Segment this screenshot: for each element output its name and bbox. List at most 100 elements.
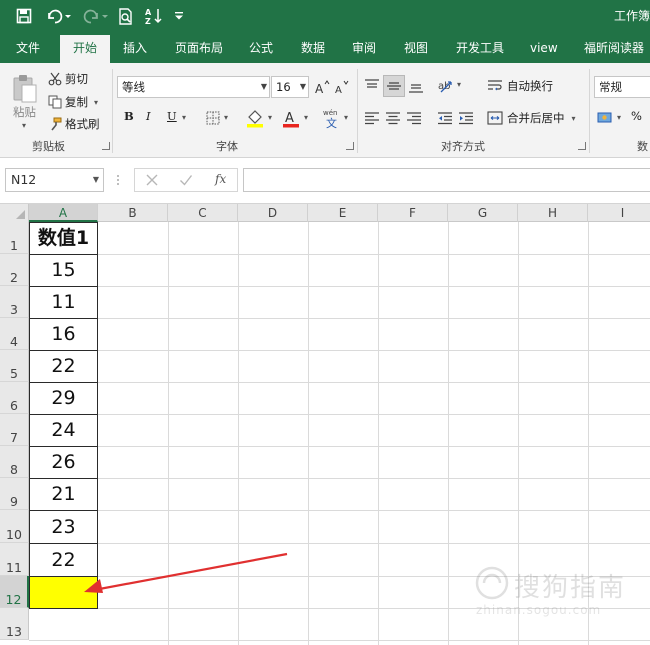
tab-review[interactable]: 审阅 bbox=[348, 33, 380, 63]
tab-home[interactable]: 开始 bbox=[60, 35, 110, 63]
redo-button[interactable] bbox=[82, 6, 110, 26]
cancel-icon[interactable] bbox=[145, 173, 159, 190]
enter-check-icon[interactable] bbox=[179, 173, 193, 190]
row-header-8[interactable]: 8 bbox=[0, 446, 29, 478]
copy-dropdown-arrow[interactable]: ▾ bbox=[94, 98, 98, 107]
row-header-1[interactable]: 1 bbox=[0, 222, 29, 254]
tab-formulas[interactable]: 公式 bbox=[245, 33, 277, 63]
cell-a2[interactable]: 15 bbox=[29, 255, 98, 287]
column-header-a[interactable]: A bbox=[29, 204, 98, 222]
save-icon[interactable] bbox=[14, 6, 34, 26]
align-center-button[interactable] bbox=[384, 107, 402, 129]
italic-button[interactable]: I bbox=[146, 109, 151, 123]
column-header-g[interactable]: G bbox=[448, 204, 518, 222]
decrease-indent-button[interactable] bbox=[436, 107, 454, 129]
font-color-button[interactable]: A bbox=[280, 107, 302, 129]
increase-font-size-button[interactable]: A bbox=[314, 77, 330, 97]
row-header-5[interactable]: 5 bbox=[0, 350, 29, 382]
undo-button[interactable] bbox=[44, 6, 72, 26]
tab-developer[interactable]: 开发工具 bbox=[452, 33, 508, 63]
row-header-6[interactable]: 6 bbox=[0, 382, 29, 414]
grid-line bbox=[29, 510, 650, 511]
underline-button[interactable]: U bbox=[167, 109, 177, 123]
bottom-align-button[interactable] bbox=[407, 75, 425, 97]
tab-insert[interactable]: 插入 bbox=[119, 33, 151, 63]
format-painter-button[interactable]: 格式刷 bbox=[48, 115, 100, 133]
top-align-button[interactable] bbox=[363, 75, 381, 97]
formula-bar-grip-icon[interactable] bbox=[116, 172, 120, 188]
customize-toolbar-icon[interactable] bbox=[172, 6, 186, 26]
font-name-select[interactable]: 等线 ▼ bbox=[117, 76, 270, 98]
row-header-10[interactable]: 10 bbox=[0, 510, 29, 543]
formula-input[interactable] bbox=[243, 168, 650, 192]
number-format-select[interactable]: 常规 bbox=[594, 76, 650, 98]
tab-file[interactable]: 文件 bbox=[12, 33, 44, 63]
row-header-4[interactable]: 4 bbox=[0, 318, 29, 350]
font-dialog-launcher[interactable] bbox=[346, 142, 354, 150]
cell-a5[interactable]: 22 bbox=[29, 351, 98, 383]
row-header-3[interactable]: 3 bbox=[0, 286, 29, 318]
column-header-d[interactable]: D bbox=[238, 204, 308, 222]
orientation-dropdown-arrow[interactable]: ▾ bbox=[457, 80, 461, 89]
cell-a10[interactable]: 23 bbox=[29, 511, 98, 544]
increase-indent-button[interactable] bbox=[457, 107, 475, 129]
bold-button[interactable]: B bbox=[124, 109, 134, 123]
clipboard-dialog-launcher[interactable] bbox=[102, 142, 110, 150]
accounting-dropdown-arrow[interactable]: ▾ bbox=[617, 113, 621, 122]
cell-a1[interactable]: 数值1 bbox=[29, 222, 98, 255]
fill-color-button[interactable] bbox=[244, 107, 266, 129]
fill-color-dropdown-arrow[interactable]: ▾ bbox=[268, 113, 272, 122]
paste-dropdown-arrow[interactable]: ▾ bbox=[22, 121, 26, 130]
decrease-font-size-button[interactable]: A bbox=[334, 77, 350, 97]
merge-dropdown-arrow[interactable]: ▾ bbox=[572, 114, 576, 123]
cell-a4[interactable]: 16 bbox=[29, 319, 98, 351]
orientation-button[interactable]: ab bbox=[436, 75, 456, 97]
borders-dropdown-arrow[interactable]: ▾ bbox=[224, 113, 228, 122]
percent-style-button[interactable]: % bbox=[631, 109, 642, 123]
borders-button[interactable] bbox=[203, 109, 223, 127]
row-header-11[interactable]: 11 bbox=[0, 543, 29, 576]
tab-data[interactable]: 数据 bbox=[297, 33, 329, 63]
tab-view[interactable]: 视图 bbox=[400, 33, 432, 63]
tab-page-layout[interactable]: 页面布局 bbox=[171, 33, 227, 63]
row-header-13[interactable]: 13 bbox=[0, 608, 29, 640]
font-size-select[interactable]: 16 ▼ bbox=[271, 76, 309, 98]
merge-center-button[interactable]: 合并后居中 ▾ bbox=[487, 107, 576, 129]
middle-align-button[interactable] bbox=[383, 75, 405, 97]
paste-button[interactable] bbox=[8, 69, 40, 109]
column-header-h[interactable]: H bbox=[518, 204, 588, 222]
tab-view-addin[interactable]: view bbox=[526, 33, 562, 63]
sort-ascending-icon[interactable]: AZ bbox=[144, 6, 164, 26]
row-header-12[interactable]: 12 bbox=[0, 576, 29, 608]
wrap-text-button[interactable]: 自动换行 bbox=[487, 75, 553, 97]
column-header-e[interactable]: E bbox=[308, 204, 378, 222]
column-header-b[interactable]: B bbox=[98, 204, 168, 222]
cut-button[interactable]: 剪切 bbox=[48, 70, 88, 88]
column-header-i[interactable]: I bbox=[588, 204, 650, 222]
copy-button[interactable]: 复制 ▾ bbox=[48, 93, 98, 111]
cell-a9[interactable]: 21 bbox=[29, 479, 98, 511]
accounting-format-button[interactable] bbox=[596, 107, 614, 129]
row-header-2[interactable]: 2 bbox=[0, 254, 29, 286]
row-header-7[interactable]: 7 bbox=[0, 414, 29, 446]
select-all-button[interactable] bbox=[0, 204, 29, 222]
number-group-label: 数 bbox=[637, 140, 648, 153]
font-color-dropdown-arrow[interactable]: ▾ bbox=[304, 113, 308, 122]
align-right-button[interactable] bbox=[405, 107, 423, 129]
cell-a6[interactable]: 29 bbox=[29, 383, 98, 415]
cell-a8[interactable]: 26 bbox=[29, 447, 98, 479]
phonetic-guide-button[interactable]: wén 文 bbox=[321, 106, 343, 130]
row-header-9[interactable]: 9 bbox=[0, 478, 29, 510]
column-header-f[interactable]: F bbox=[378, 204, 448, 222]
tab-foxit-reader[interactable]: 福昕阅读器 bbox=[580, 33, 648, 63]
cell-a7[interactable]: 24 bbox=[29, 415, 98, 447]
phonetic-dropdown-arrow[interactable]: ▾ bbox=[344, 113, 348, 122]
align-left-button[interactable] bbox=[363, 107, 381, 129]
print-preview-icon[interactable] bbox=[116, 6, 136, 26]
alignment-dialog-launcher[interactable] bbox=[578, 142, 586, 150]
cell-a3[interactable]: 11 bbox=[29, 287, 98, 319]
underline-dropdown-arrow[interactable]: ▾ bbox=[182, 113, 186, 122]
insert-function-icon[interactable]: fx bbox=[215, 172, 226, 186]
name-box[interactable]: N12 ▼ bbox=[5, 168, 104, 192]
column-header-c[interactable]: C bbox=[168, 204, 238, 222]
